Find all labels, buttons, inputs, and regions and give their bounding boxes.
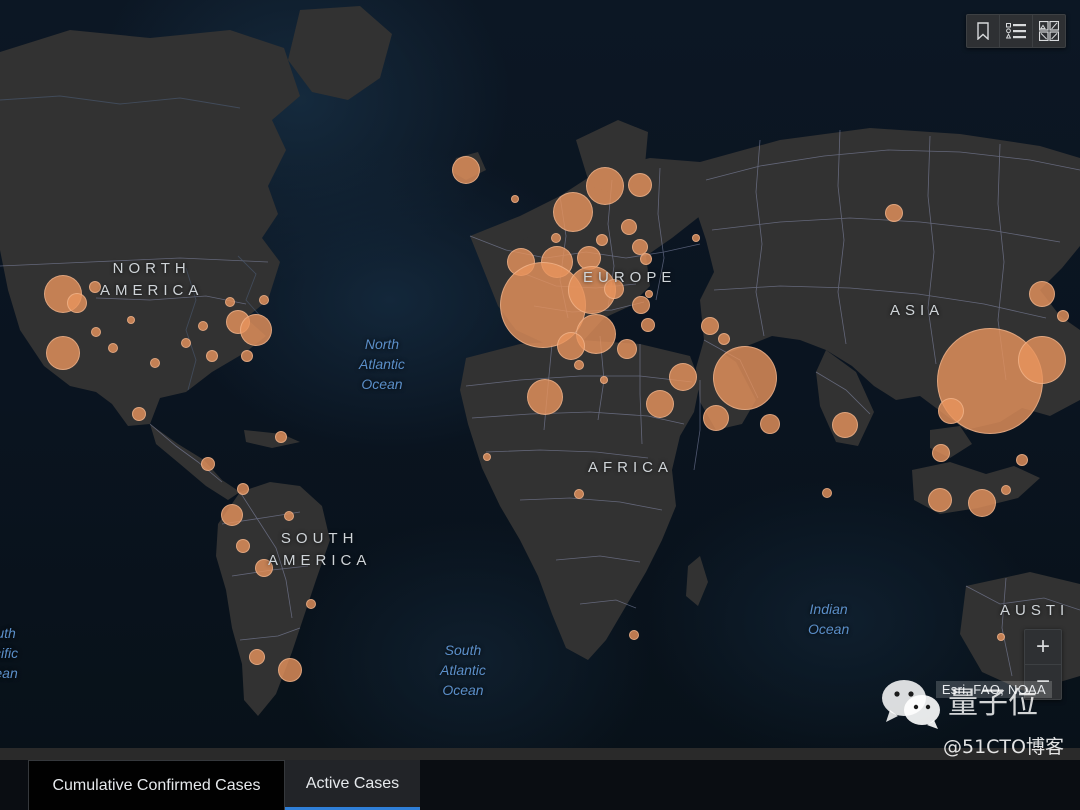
case-bubble[interactable] <box>938 398 964 424</box>
basemap-gallery-icon[interactable] <box>1032 15 1065 47</box>
case-bubble[interactable] <box>928 488 952 512</box>
case-bubble[interactable] <box>617 339 637 359</box>
map-attribution: Esri, FAO, NOAA <box>935 681 1052 698</box>
case-bubble[interactable] <box>1018 336 1066 384</box>
case-bubble[interactable] <box>822 488 832 498</box>
case-bubble[interactable] <box>108 343 118 353</box>
case-bubble[interactable] <box>132 407 146 421</box>
case-bubble[interactable] <box>181 338 191 348</box>
case-bubble[interactable] <box>557 332 585 360</box>
case-bubble[interactable] <box>259 295 269 305</box>
case-bubble[interactable] <box>718 333 730 345</box>
case-bubble[interactable] <box>483 453 491 461</box>
case-bubble[interactable] <box>452 156 480 184</box>
case-bubble[interactable] <box>201 457 215 471</box>
case-bubble[interactable] <box>713 346 777 410</box>
tab-cumulative-confirmed-cases[interactable]: Cumulative Confirmed Cases <box>28 760 285 810</box>
case-bubble[interactable] <box>604 279 624 299</box>
bookmarks-icon[interactable] <box>967 15 999 47</box>
case-bubble[interactable] <box>46 336 80 370</box>
case-bubble[interactable] <box>632 296 650 314</box>
case-bubble[interactable] <box>760 414 780 434</box>
case-bubble[interactable] <box>241 350 253 362</box>
case-bubble[interactable] <box>284 511 294 521</box>
case-bubble[interactable] <box>703 405 729 431</box>
case-bubble[interactable] <box>237 483 249 495</box>
case-bubble[interactable] <box>641 318 655 332</box>
case-bubble[interactable] <box>150 358 160 368</box>
case-bubble[interactable] <box>527 379 563 415</box>
case-bubble[interactable] <box>198 321 208 331</box>
case-bubble[interactable] <box>278 658 302 682</box>
case-bubble[interactable] <box>628 173 652 197</box>
case-bubble[interactable] <box>275 431 287 443</box>
case-bubble[interactable] <box>1029 281 1055 307</box>
case-bubble[interactable] <box>646 390 674 418</box>
case-bubble[interactable] <box>511 195 519 203</box>
case-bubble[interactable] <box>240 314 272 346</box>
case-bubble[interactable] <box>1057 310 1069 322</box>
covid-map-app: NORTH AMERICA SOUTH AMERICA EUROPE AFRICA ASIA… <box>0 0 1080 810</box>
case-bubble[interactable] <box>1001 485 1011 495</box>
case-bubble[interactable] <box>968 489 996 517</box>
case-bubble[interactable] <box>236 539 250 553</box>
bottom-tab-bar[interactable]: Cumulative Confirmed Cases Active Cases <box>0 760 1080 810</box>
case-bubble[interactable] <box>600 376 608 384</box>
case-bubble[interactable] <box>997 633 1005 641</box>
case-bubble[interactable] <box>306 599 316 609</box>
case-bubble[interactable] <box>249 649 265 665</box>
case-bubble[interactable] <box>553 192 593 232</box>
map-tools-widget[interactable] <box>966 14 1066 48</box>
tab-active-cases[interactable]: Active Cases <box>285 760 420 810</box>
case-bubble[interactable] <box>701 317 719 335</box>
case-bubble[interactable] <box>221 504 243 526</box>
case-bubble[interactable] <box>621 219 637 235</box>
case-bubble[interactable] <box>255 559 273 577</box>
case-bubble[interactable] <box>574 360 584 370</box>
map-canvas[interactable]: NORTH AMERICA SOUTH AMERICA EUROPE AFRICA ASIA… <box>0 0 1080 760</box>
case-bubble[interactable] <box>91 327 101 337</box>
case-bubble[interactable] <box>669 363 697 391</box>
case-bubble[interactable] <box>932 444 950 462</box>
case-bubble[interactable] <box>89 281 101 293</box>
case-bubble[interactable] <box>574 489 584 499</box>
case-bubble[interactable] <box>206 350 218 362</box>
case-bubble[interactable] <box>885 204 903 222</box>
case-bubble[interactable] <box>127 316 135 324</box>
case-bubble[interactable] <box>1016 454 1028 466</box>
case-bubble[interactable] <box>692 234 700 242</box>
case-bubble[interactable] <box>551 233 561 243</box>
legend-icon[interactable] <box>999 15 1032 47</box>
case-bubble[interactable] <box>596 234 608 246</box>
case-bubble[interactable] <box>640 253 652 265</box>
case-bubble[interactable] <box>629 630 639 640</box>
case-bubble[interactable] <box>67 293 87 313</box>
zoom-in-button[interactable]: + <box>1025 630 1061 665</box>
case-bubble[interactable] <box>586 167 624 205</box>
case-bubble[interactable] <box>225 297 235 307</box>
case-bubble[interactable] <box>832 412 858 438</box>
case-bubble[interactable] <box>645 290 653 298</box>
